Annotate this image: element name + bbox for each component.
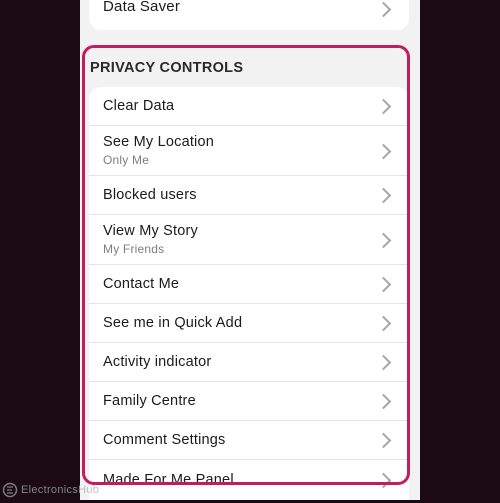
row-label: Clear Data: [103, 98, 175, 114]
chevron-right-icon: [375, 232, 392, 249]
row-view-my-story[interactable]: View My Story My Friends: [89, 215, 409, 265]
watermark-text: ElectronicsHub: [21, 484, 100, 496]
electronicshub-logo-icon: [2, 482, 18, 498]
row-clear-data[interactable]: Clear Data: [89, 87, 409, 126]
watermark: ElectronicsHub: [0, 480, 99, 500]
row-see-my-location[interactable]: See My Location Only Me: [89, 126, 409, 176]
phone-screen: Data Saver PRIVACY CONTROLS Clear Data S…: [80, 0, 420, 500]
chevron-right-icon: [375, 143, 392, 160]
row-label: Made For Me Panel: [103, 472, 234, 488]
row-activity-indicator[interactable]: Activity indicator: [89, 343, 409, 382]
row-family-centre[interactable]: Family Centre: [89, 382, 409, 421]
row-contact-me[interactable]: Contact Me: [89, 265, 409, 304]
chevron-right-icon: [375, 393, 392, 410]
row-label: Comment Settings: [103, 432, 226, 448]
row-label: Activity indicator: [103, 354, 212, 370]
data-saver-row[interactable]: Data Saver: [89, 0, 409, 30]
row-quick-add[interactable]: See me in Quick Add: [89, 304, 409, 343]
chevron-right-icon: [375, 432, 392, 449]
chevron-right-icon: [375, 276, 392, 293]
privacy-controls-list: Clear Data See My Location Only Me Block…: [89, 87, 409, 500]
row-blocked-users[interactable]: Blocked users: [89, 176, 409, 215]
chevron-right-icon: [375, 315, 392, 332]
row-label: Contact Me: [103, 276, 180, 292]
chevron-right-icon: [375, 187, 392, 204]
row-label: See me in Quick Add: [103, 315, 243, 331]
chevron-right-icon: [375, 98, 392, 115]
row-comment-settings[interactable]: Comment Settings: [89, 421, 409, 460]
data-saver-label: Data Saver: [103, 0, 181, 15]
chevron-right-icon: [375, 354, 392, 371]
row-label: Family Centre: [103, 393, 196, 409]
row-made-for-me-panel[interactable]: Made For Me Panel: [89, 460, 409, 499]
row-label: Blocked users: [103, 187, 197, 203]
row-label: View My Story: [103, 223, 198, 239]
row-sublabel: Only Me: [103, 153, 150, 167]
row-label: See My Location: [103, 134, 215, 150]
chevron-right-icon: [375, 472, 392, 489]
chevron-right-icon: [375, 1, 392, 18]
section-title: PRIVACY CONTROLS: [90, 60, 244, 76]
row-sublabel: My Friends: [103, 242, 165, 256]
